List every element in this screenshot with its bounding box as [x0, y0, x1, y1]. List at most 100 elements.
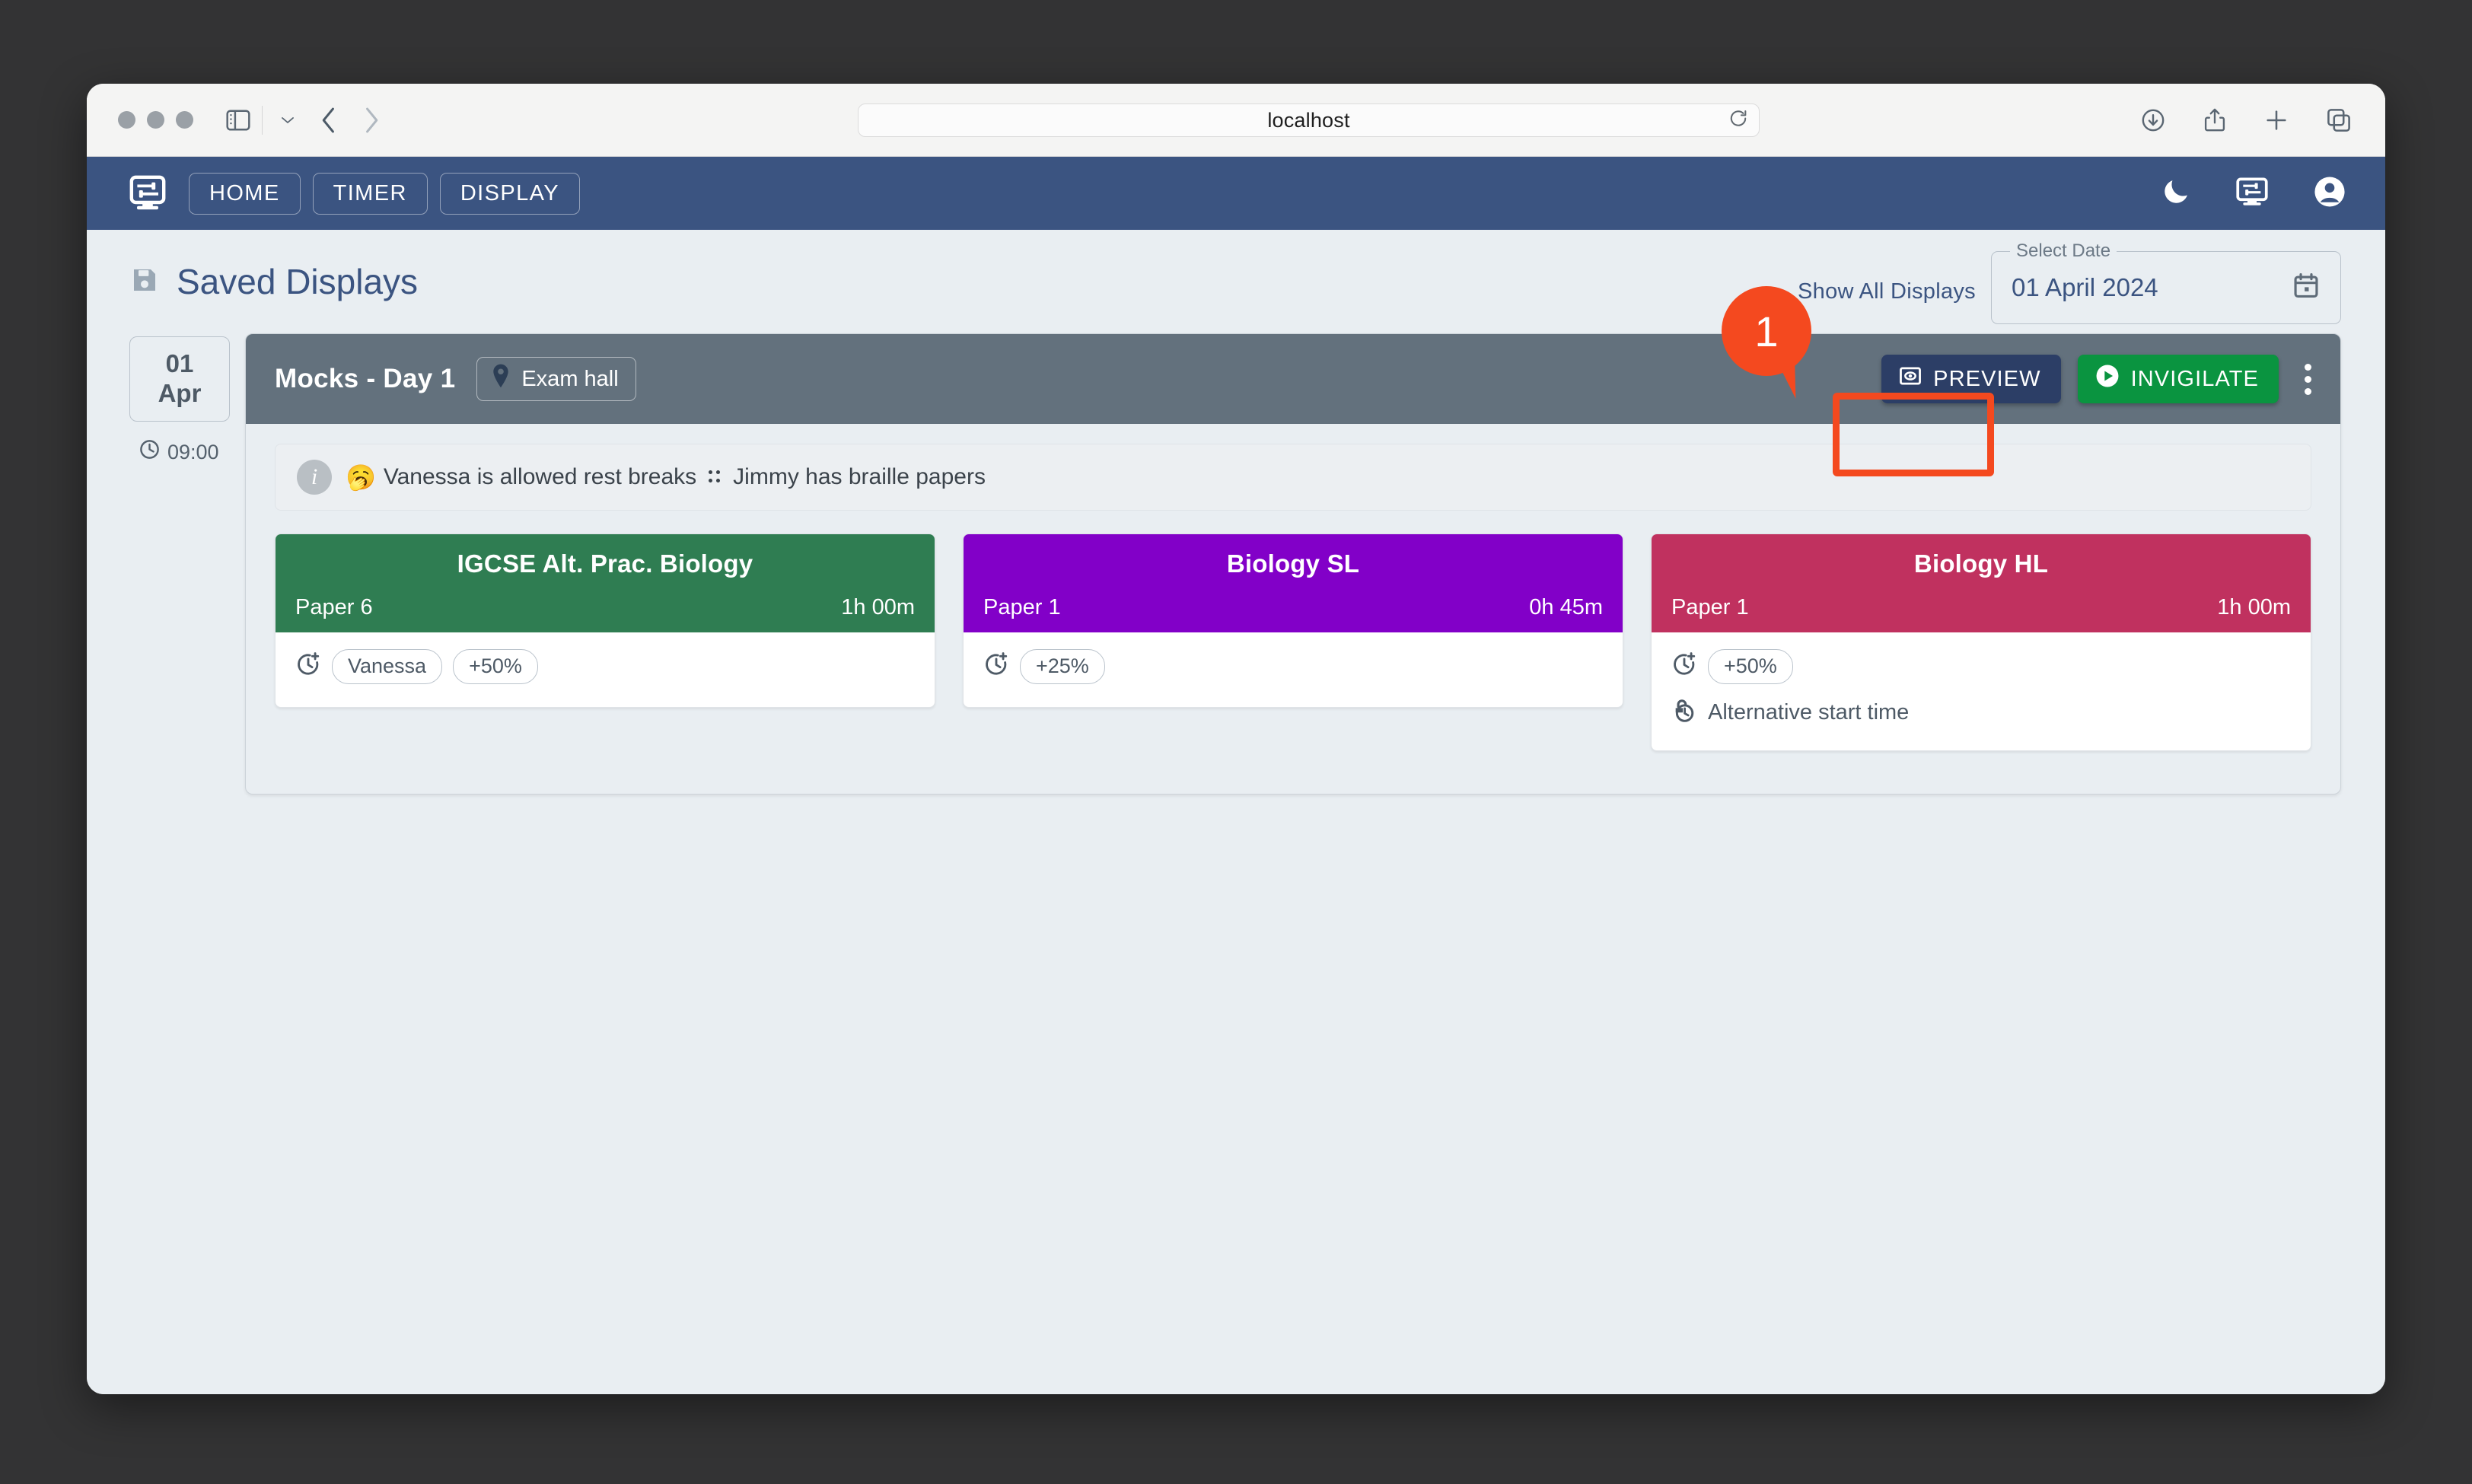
forward-arrow-icon[interactable] — [362, 106, 381, 135]
display-panel-header: Mocks - Day 1 Exam hall PREVIEW INVIGILA… — [246, 334, 2340, 424]
extra-time-pill: +50% — [1708, 649, 1793, 684]
alternative-start-time-icon — [1671, 698, 1697, 728]
alternative-start-time-row: Alternative start time — [1671, 698, 2291, 728]
share-icon[interactable] — [2203, 107, 2227, 133]
info-bar: i 🥱 Vanessa is allowed rest breaks Jimmy… — [275, 444, 2311, 511]
exam-paper: Paper 1 — [1671, 595, 1749, 619]
day-number: 01 — [165, 349, 194, 378]
day-column: 01 Apr 09:00 — [129, 333, 245, 795]
save-floppy-icon — [129, 265, 160, 299]
account-circle-icon[interactable] — [2312, 174, 2347, 213]
alternative-start-time-label: Alternative start time — [1708, 699, 1910, 724]
day-time-label: 09:00 — [167, 440, 219, 463]
exam-card-body: +25% — [964, 632, 1623, 707]
monitor-sliders-icon[interactable] — [128, 174, 167, 213]
map-pin-icon — [489, 363, 512, 395]
exam-subject: Biology SL — [1226, 549, 1360, 578]
invigilate-button[interactable]: INVIGILATE — [2077, 355, 2279, 403]
exam-subject: Biology HL — [1913, 549, 2049, 578]
dark-mode-moon-icon[interactable] — [2160, 176, 2192, 212]
exam-meta: Paper 1 1h 00m — [1671, 595, 2291, 620]
tab-overview-icon[interactable] — [2326, 107, 2352, 133]
exam-card-body: Vanessa +50% — [276, 632, 935, 707]
exam-duration: 1h 00m — [841, 595, 915, 619]
info-text: 🥱 Vanessa is allowed rest breaks Jimmy h… — [346, 463, 986, 492]
clock-icon — [139, 438, 161, 466]
info-text-part-1: Vanessa is allowed rest breaks — [383, 464, 697, 489]
app-navbar: HOME TIMER DISPLAY — [87, 157, 2385, 230]
yawning-face-emoji: 🥱 — [346, 463, 376, 491]
annotation-step-badge: 1 — [1722, 286, 1811, 402]
page-title-wrap: Saved Displays — [129, 261, 418, 302]
downloads-icon[interactable] — [2140, 107, 2166, 133]
extra-time-pill: +50% — [453, 649, 538, 684]
exam-duration: 0h 45m — [1529, 595, 1603, 619]
sidebar-toggle-icon[interactable] — [225, 109, 251, 132]
app-container: HOME TIMER DISPLAY Saved Displays Show A… — [87, 157, 2385, 1394]
preview-button[interactable]: PREVIEW — [1881, 355, 2061, 403]
day-month: Apr — [158, 379, 202, 407]
day-time-row: 09:00 — [129, 438, 245, 466]
exam-card-header: Biology SL Paper 1 0h 45m — [964, 534, 1623, 632]
exam-cards-grid: IGCSE Alt. Prac. Biology Paper 6 1h 00m — [275, 533, 2311, 751]
browser-toolbar: localhost — [87, 84, 2385, 157]
url-text: localhost — [1267, 108, 1350, 132]
display-monitor-icon[interactable] — [2235, 174, 2270, 213]
reload-icon[interactable] — [1728, 109, 1748, 132]
info-text-part-2: Jimmy has braille papers — [733, 464, 986, 489]
extra-time-row: Vanessa +50% — [295, 649, 915, 684]
main-body: 01 Apr 09:00 Mocks - Day 1 Exam hall PRE… — [87, 333, 2385, 795]
exam-card-header: IGCSE Alt. Prac. Biology Paper 6 1h 00m — [276, 534, 935, 632]
extra-time-pill: Vanessa — [332, 649, 443, 684]
back-arrow-icon[interactable] — [319, 106, 339, 135]
exam-paper: Paper 1 — [983, 595, 1061, 619]
exam-card[interactable]: Biology HL Paper 1 1h 00m +50% Alternati… — [1651, 533, 2311, 751]
annotation-badge-number: 1 — [1722, 286, 1811, 376]
window-traffic-lights — [118, 111, 193, 129]
select-date-field[interactable]: Select Date 01 April 2024 — [1991, 240, 2341, 324]
extra-time-clock-icon — [983, 651, 1009, 681]
extra-time-clock-icon — [1671, 651, 1697, 681]
play-circle-icon — [2095, 363, 2120, 395]
show-all-displays-button[interactable]: Show All Displays — [1798, 279, 1991, 304]
exam-meta: Paper 6 1h 00m — [295, 595, 915, 620]
calendar-icon[interactable] — [2292, 272, 2321, 304]
minimize-button[interactable] — [147, 111, 164, 129]
close-button[interactable] — [118, 111, 135, 129]
exam-card[interactable]: IGCSE Alt. Prac. Biology Paper 6 1h 00m — [275, 533, 935, 708]
exam-card-body: +50% Alternative start time — [1652, 632, 2311, 750]
nav-timer[interactable]: TIMER — [312, 172, 428, 215]
nav-display[interactable]: DISPLAY — [439, 172, 580, 215]
browser-window: localhost HOME TIMER DISPLAY Saved Displ… — [87, 84, 2385, 1394]
select-date-value: 01 April 2024 — [2012, 273, 2158, 301]
new-tab-icon[interactable] — [2263, 107, 2289, 133]
exam-card-header: Biology HL Paper 1 1h 00m — [1652, 534, 2311, 632]
invigilate-button-label: INVIGILATE — [2130, 366, 2259, 391]
extra-time-pill: +25% — [1020, 649, 1105, 684]
display-panel-body: i 🥱 Vanessa is allowed rest breaks Jimmy… — [246, 424, 2340, 794]
location-chip: Exam hall — [476, 357, 636, 401]
header-actions: Show All Displays Select Date 01 April 2… — [1798, 240, 2341, 324]
app-navbar-right — [2160, 157, 2347, 230]
browser-toolbar-right-icons — [2140, 84, 2352, 157]
display-title: Mocks - Day 1 — [275, 364, 456, 393]
exam-card[interactable]: Biology SL Paper 1 0h 45m +25% — [963, 533, 1623, 708]
panel-header-actions: PREVIEW INVIGILATE — [1881, 334, 2314, 424]
day-chip: 01 Apr — [129, 336, 230, 422]
exam-subject: IGCSE Alt. Prac. Biology — [457, 549, 753, 578]
extra-time-row: +25% — [983, 649, 1603, 684]
exam-duration: 1h 00m — [2217, 595, 2291, 619]
extra-time-clock-icon — [295, 651, 321, 681]
exam-paper: Paper 6 — [295, 595, 373, 619]
toolbar-divider — [262, 105, 263, 135]
url-bar[interactable]: localhost — [858, 103, 1760, 137]
maximize-button[interactable] — [176, 111, 193, 129]
nav-home[interactable]: HOME — [189, 172, 301, 215]
info-circle-icon: i — [297, 460, 332, 495]
preview-eye-icon — [1898, 364, 1922, 394]
more-vertical-icon[interactable] — [2302, 363, 2314, 395]
extra-time-row: +50% — [1671, 649, 2291, 684]
display-panel: Mocks - Day 1 Exam hall PREVIEW INVIGILA… — [245, 333, 2341, 795]
exam-meta: Paper 1 0h 45m — [983, 595, 1603, 620]
chevron-down-icon[interactable] — [279, 115, 296, 126]
